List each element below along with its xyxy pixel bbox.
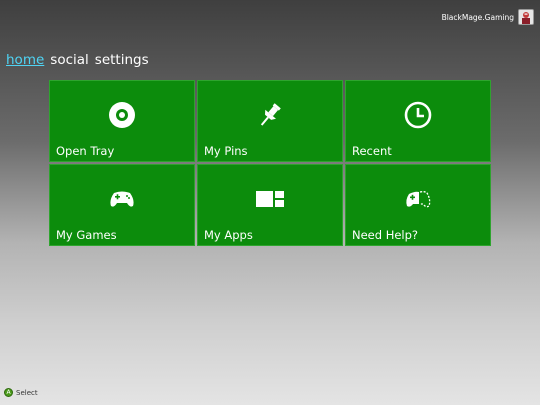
avatar-icon: [518, 9, 534, 25]
tile-label: My Apps: [204, 228, 253, 242]
disc-icon: [106, 99, 138, 131]
tile-need-help[interactable]: Need Help?: [345, 164, 491, 246]
select-hint-label: Select: [16, 388, 38, 397]
tile-recent[interactable]: Recent: [345, 80, 491, 162]
nav-social[interactable]: social: [50, 52, 89, 68]
profile-area[interactable]: BlackMage.Gaming: [442, 9, 534, 25]
tile-label: My Games: [56, 228, 117, 242]
tile-my-pins[interactable]: My Pins: [197, 80, 343, 162]
nav-home[interactable]: home: [6, 52, 44, 68]
apps-icon: [254, 183, 286, 215]
tile-label: Recent: [352, 144, 392, 158]
tile-open-tray[interactable]: Open Tray: [49, 80, 195, 162]
gamertag: BlackMage.Gaming: [441, 12, 514, 22]
controller-hint: A Select: [4, 388, 38, 397]
pin-icon: [254, 99, 286, 131]
tile-grid: Open Tray My Pins Recent My Games My App…: [49, 80, 492, 246]
nav-settings[interactable]: settings: [95, 52, 149, 68]
tile-my-games[interactable]: My Games: [49, 164, 195, 246]
help-controller-icon: [402, 183, 434, 215]
a-button-icon: A: [4, 388, 13, 397]
pivot-navigation: home social settings: [6, 52, 149, 68]
tile-label: Open Tray: [56, 144, 115, 158]
tile-my-apps[interactable]: My Apps: [197, 164, 343, 246]
clock-icon: [402, 99, 434, 131]
controller-icon: [106, 183, 138, 215]
tile-label: My Pins: [204, 144, 248, 158]
tile-label: Need Help?: [352, 228, 419, 242]
